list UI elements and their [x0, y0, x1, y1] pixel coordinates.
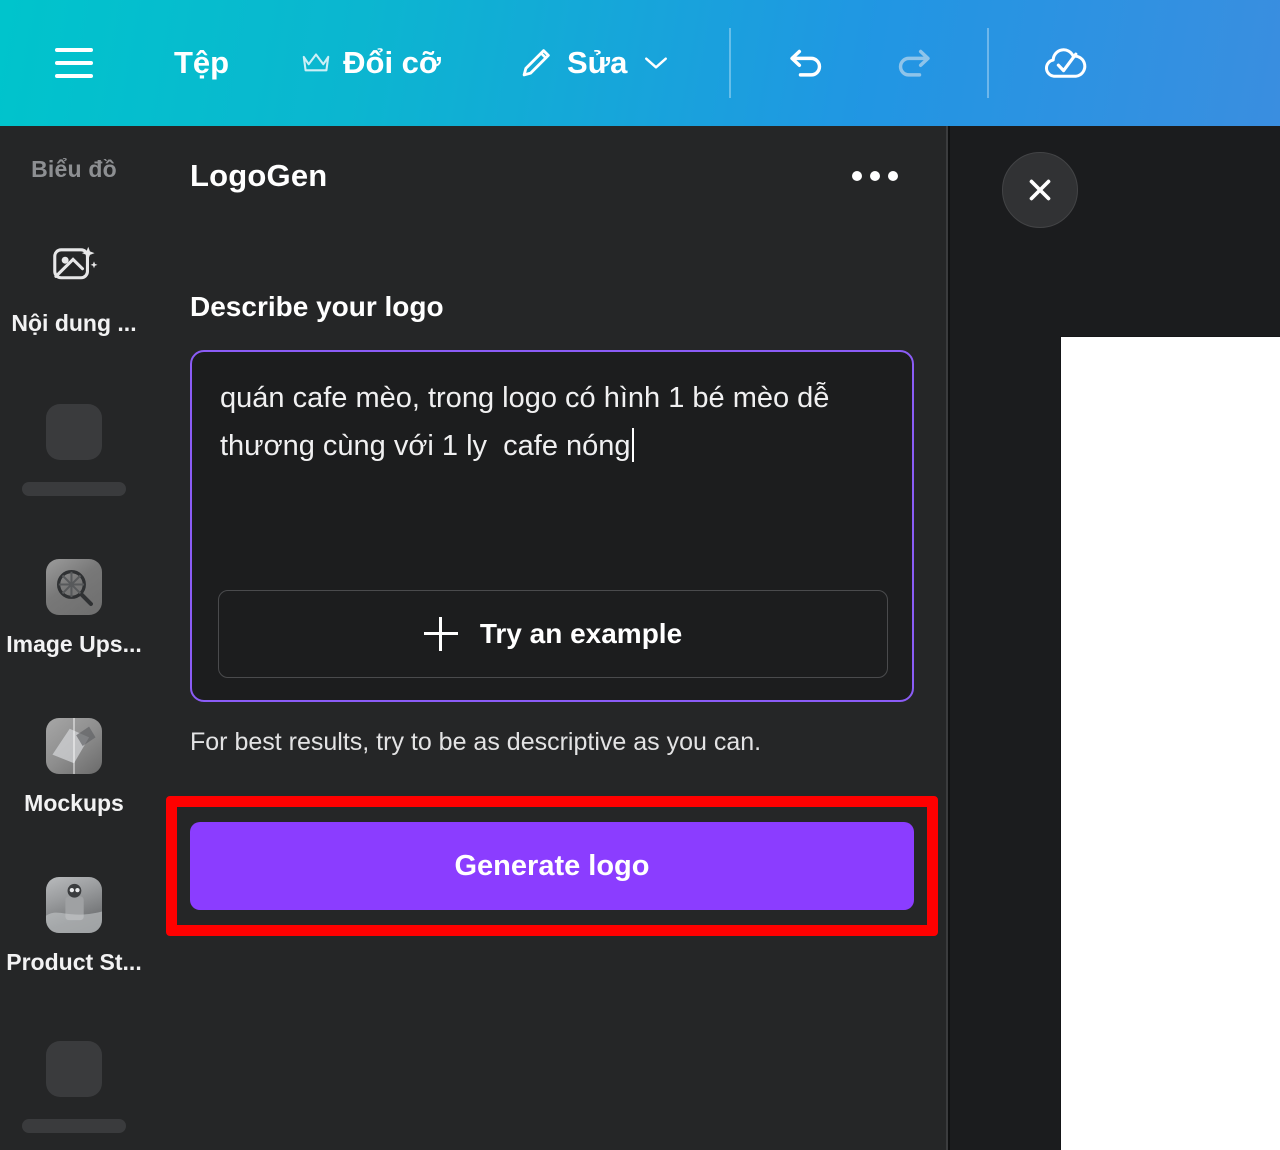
cloud-save-button[interactable]	[1033, 31, 1097, 95]
more-dot	[870, 171, 880, 181]
panel-title: LogoGen	[190, 158, 328, 193]
skeleton-label-bar	[22, 482, 126, 496]
more-dot	[888, 171, 898, 181]
skeleton-placeholder-icon	[46, 404, 102, 460]
panel-header: LogoGen	[148, 126, 946, 226]
file-menu-label: Tệp	[174, 45, 230, 80]
sidebar-item-label: Product St...	[6, 949, 142, 975]
plus-icon	[423, 617, 458, 651]
text-cursor	[631, 428, 634, 462]
canvas-workspace	[950, 126, 1280, 1150]
more-dot	[852, 171, 862, 181]
try-an-example-button[interactable]: Try an example	[218, 590, 888, 678]
sidebar-item-label: Image Ups...	[6, 631, 142, 657]
sidebar-item-mockups[interactable]: Mockups	[0, 718, 148, 817]
sidebar-item-placeholder[interactable]	[0, 1041, 148, 1133]
prompt-text-span: quán cafe mèo, trong logo có hình 1 bé m…	[220, 382, 838, 462]
hamburger-line	[55, 48, 93, 52]
generate-logo-button[interactable]: Generate logo	[190, 822, 914, 910]
design-canvas-page[interactable]	[1061, 337, 1280, 1150]
redo-button[interactable]	[881, 31, 945, 95]
more-horizontal-icon[interactable]	[846, 161, 904, 191]
product-studio-icon	[46, 877, 102, 933]
sidebar-item-placeholder[interactable]	[0, 404, 148, 496]
resize-button[interactable]: Đổi cỡ	[301, 45, 441, 81]
mockups-icon	[46, 718, 102, 774]
image-upscaler-icon	[46, 559, 102, 615]
hamburger-line	[55, 61, 93, 65]
hamburger-line	[55, 74, 93, 78]
crown-icon	[302, 53, 330, 72]
pencil-icon	[522, 49, 550, 77]
skeleton-placeholder-icon	[46, 1041, 102, 1097]
left-sidebar-rail: Biểu đồ Nội dung ... Image Ups... Mockup…	[0, 126, 148, 1150]
prompt-textarea[interactable]: quán cafe mèo, trong logo có hình 1 bé m…	[190, 350, 914, 702]
top-toolbar: Tệp Đổi cỡ Sửa	[0, 0, 1280, 126]
toolbar-divider	[987, 28, 990, 98]
prompt-text-value: quán cafe mèo, trong logo có hình 1 bé m…	[220, 374, 890, 470]
undo-icon	[790, 49, 822, 77]
chevron-down-icon	[645, 57, 668, 69]
edit-menu-label: Sửa	[566, 45, 628, 80]
undo-button[interactable]	[775, 31, 839, 95]
sidebar-item-label: Mockups	[24, 790, 124, 816]
sidebar-top-label: Biểu đồ	[31, 156, 117, 182]
toolbar-divider	[729, 28, 732, 98]
skeleton-label-bar	[22, 1119, 126, 1133]
sidebar-item-noi-dung[interactable]: Nội dung ...	[0, 238, 148, 337]
app-root: Tệp Đổi cỡ Sửa Biểu đồ Nội dung ... Imag…	[0, 0, 1280, 1150]
best-results-hint: For best results, try to be as descripti…	[190, 728, 762, 756]
logogen-panel: LogoGen Describe your logo quán cafe mèo…	[148, 126, 948, 1150]
close-panel-button[interactable]	[1002, 152, 1078, 228]
hamburger-icon[interactable]	[46, 35, 102, 91]
sidebar-item-label: Nội dung ...	[11, 310, 137, 336]
redo-icon	[899, 49, 931, 77]
sidebar-item-image-upscaler[interactable]: Image Ups...	[0, 559, 148, 658]
edit-menu-button[interactable]: Sửa	[517, 44, 669, 82]
resize-label: Đổi cỡ	[343, 45, 441, 80]
magic-image-icon	[46, 238, 102, 294]
cloud-check-icon	[1045, 48, 1087, 78]
close-icon	[1029, 179, 1051, 201]
sidebar-item-product-studio[interactable]: Product St...	[0, 877, 148, 976]
describe-your-logo-heading: Describe your logo	[190, 291, 444, 322]
try-an-example-label: Try an example	[479, 618, 683, 649]
file-menu-button[interactable]: Tệp	[174, 45, 229, 81]
